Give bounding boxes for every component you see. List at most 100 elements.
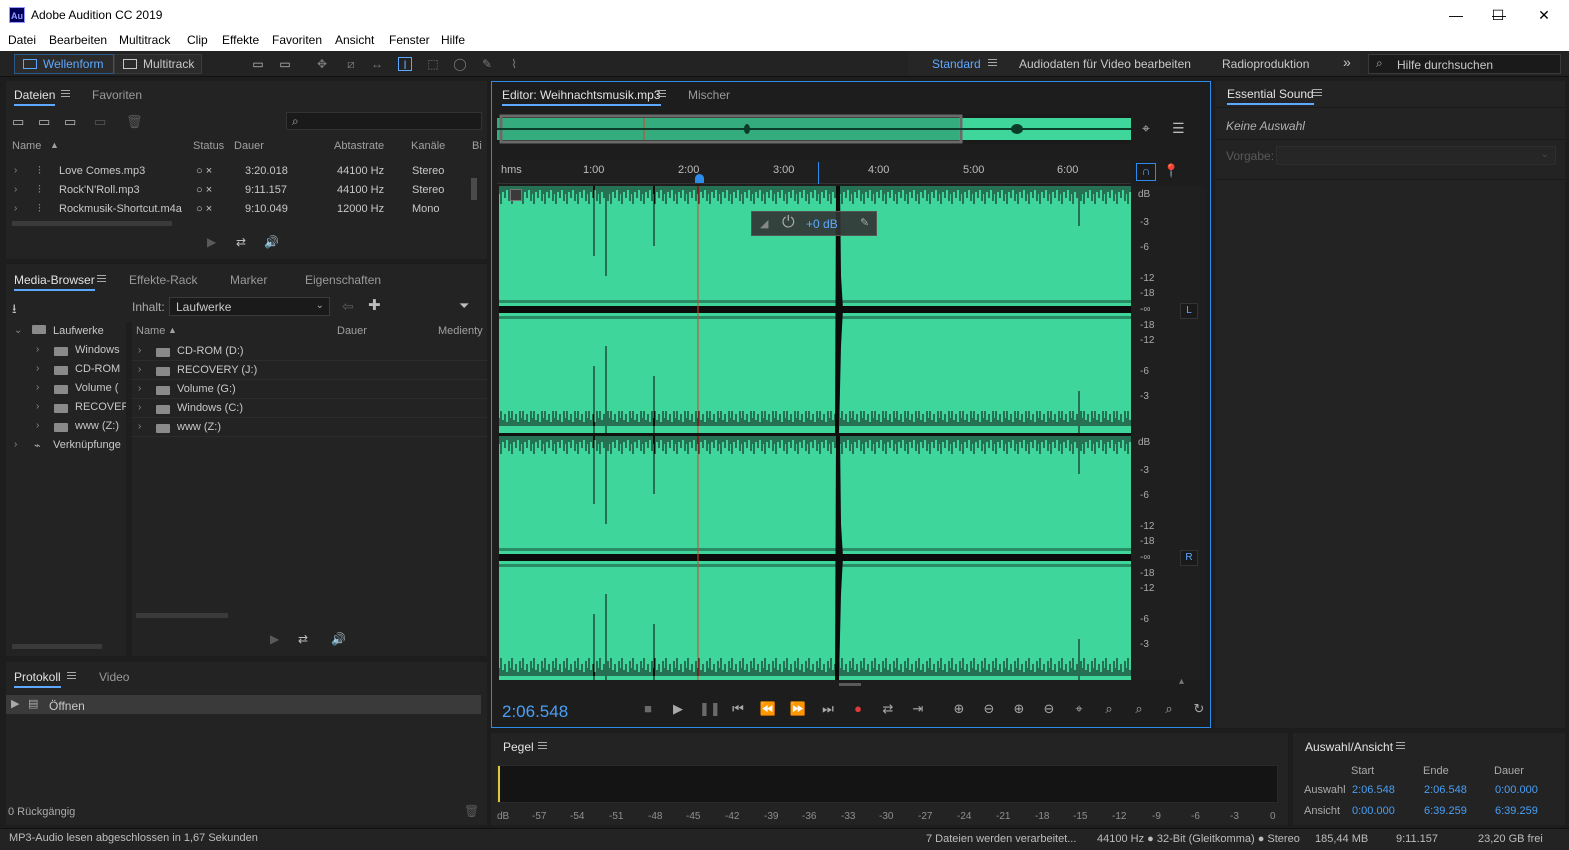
files-panel-menu-icon[interactable] (61, 90, 70, 97)
tab-video[interactable]: Video (99, 670, 129, 684)
download-icon[interactable]: ⭳ (12, 300, 17, 322)
db-scale[interactable]: dB -3 -6 -12 -18 -∞ -18 -12 -6 -3 dB -3 … (1131, 186, 1205, 680)
zoom-out-point-icon[interactable]: ⌕ (1160, 701, 1178, 717)
move-tool-icon[interactable]: ✥ (315, 57, 329, 71)
menu-datei[interactable]: Datei (8, 33, 36, 47)
workspace-video[interactable]: Audiodaten für Video bearbeiten (1019, 57, 1191, 71)
menu-clip[interactable]: Clip (187, 33, 208, 47)
file-row[interactable]: › ⫶ Rockmusik-Shortcut.m4a ○ × 9:10.049 … (6, 200, 487, 219)
essential-sound-menu-icon[interactable] (1313, 89, 1322, 96)
stop-icon[interactable]: ■ (639, 701, 657, 716)
tab-media-browser[interactable]: Media-Browser (14, 273, 95, 291)
vertical-scrollbar[interactable] (471, 178, 477, 200)
tree-item[interactable]: › ⌁ Verknüpfunge (6, 436, 126, 455)
clip-fade-handle[interactable] (510, 189, 522, 201)
skip-selection-icon[interactable]: ⇥ (909, 701, 927, 717)
help-search-field[interactable]: ⌕ Hilfe durchsuchen (1368, 54, 1561, 74)
autoplay-icon[interactable]: 🔊 (331, 632, 346, 646)
scroll-up-icon[interactable]: ▴ (1179, 676, 1184, 687)
play-icon[interactable]: ▶ (270, 632, 279, 646)
open-file-icon[interactable]: ▭ (12, 114, 24, 130)
menu-fenster[interactable]: Fenster (389, 33, 430, 47)
history-menu-icon[interactable] (67, 672, 76, 679)
add-icon[interactable]: ✚ (368, 296, 381, 314)
play-icon[interactable]: ▶ (207, 235, 216, 249)
volume-knob-icon[interactable]: ⏻ (782, 214, 795, 232)
tab-dateien[interactable]: Dateien (14, 88, 56, 106)
tree-item[interactable]: ⌄ Laufwerke (6, 322, 126, 341)
selection-duration-value[interactable]: 0:00.000 (1495, 784, 1538, 796)
file-search-input[interactable]: ⌕ (286, 112, 482, 130)
col-name[interactable]: Name (136, 325, 165, 337)
waveform-right-channel[interactable] (499, 436, 1131, 680)
zoom-in-amplitude-icon[interactable]: ⊕ (950, 701, 968, 717)
level-meter[interactable] (497, 765, 1278, 803)
overview-navigator[interactable] (497, 114, 1131, 144)
loop-icon[interactable]: ⇄ (236, 235, 246, 249)
playhead-handle[interactable] (695, 174, 704, 183)
new-file-icon[interactable]: ▭ (64, 114, 76, 130)
time-ruler[interactable]: hms 1:00 2:00 3:00 4:00 5:00 6:00 (497, 160, 1131, 184)
tree-item[interactable]: › CD-ROM (6, 360, 126, 379)
col-abtastrate[interactable]: Abtastrate (334, 140, 384, 152)
selection-view-title[interactable]: Auswahl/Ansicht (1305, 740, 1393, 754)
tab-protokoll[interactable]: Protokoll (14, 670, 61, 688)
zoom-reset-icon[interactable]: ↻ (1190, 701, 1208, 717)
tree-item[interactable]: › Windows (6, 341, 126, 360)
tree-scrollbar[interactable] (12, 644, 102, 649)
pause-icon[interactable]: ❚❚ (699, 701, 721, 717)
waveform-mode-button[interactable]: Wellenform (14, 54, 114, 74)
left-channel-toggle[interactable]: L (1180, 303, 1198, 319)
time-display[interactable]: 2:06.548 (502, 702, 568, 722)
snap-icon[interactable]: ∩ (1136, 163, 1156, 181)
tree-item[interactable]: › www (Z:) (6, 417, 126, 436)
media-browser-menu-icon[interactable] (97, 275, 106, 282)
hud-volume[interactable]: ◢ ⏻ +0 dB ✎ (751, 211, 877, 236)
time-selection-tool-icon[interactable]: I (398, 57, 412, 72)
workspace-overflow-icon[interactable]: » (1343, 54, 1351, 70)
razor-tool-icon[interactable]: ⧄ (344, 57, 358, 71)
autoplay-icon[interactable]: 🔊 (264, 235, 279, 249)
tab-effekte-rack[interactable]: Effekte-Rack (129, 273, 197, 287)
essential-sound-title[interactable]: Essential Sound (1227, 87, 1314, 105)
lasso-tool-icon[interactable]: ◯ (453, 57, 467, 71)
expand-icon[interactable]: › (14, 165, 17, 176)
tab-marker[interactable]: Marker (230, 273, 267, 287)
col-name[interactable]: Name (12, 140, 41, 152)
selection-start-value[interactable]: 2:06.548 (1352, 784, 1395, 796)
skip-to-end-icon[interactable]: ⏭ (819, 701, 837, 717)
loop-icon[interactable]: ⇄ (298, 632, 308, 646)
col-dauer[interactable]: Dauer (337, 325, 367, 337)
pin-hud-icon[interactable]: ✎ (860, 216, 869, 229)
waveform-scroll-handle[interactable] (839, 683, 861, 686)
tab-eigenschaften[interactable]: Eigenschaften (305, 273, 381, 287)
menu-favoriten[interactable]: Favoriten (272, 33, 322, 47)
zoom-out-time-icon[interactable]: ⊖ (1040, 701, 1058, 717)
col-status[interactable]: Status (193, 140, 224, 152)
level-title[interactable]: Pegel (503, 740, 534, 754)
workspace-standard[interactable]: Standard (932, 57, 981, 71)
list-item[interactable]: › RECOVERY (J:) (132, 361, 487, 380)
workspace-radio[interactable]: Radioproduktion (1222, 57, 1309, 71)
zoom-in-point-icon[interactable]: ⌕ (1130, 701, 1148, 717)
fast-forward-icon[interactable]: ⏩ (789, 701, 807, 717)
list-item[interactable]: › www (Z:) (132, 418, 487, 437)
zoom-in-time-icon[interactable]: ⊕ (1010, 701, 1028, 717)
col-dauer[interactable]: Dauer (234, 140, 264, 152)
level-menu-icon[interactable] (538, 742, 547, 749)
col-bit[interactable]: Bi (472, 140, 482, 152)
multitrack-mode-button[interactable]: Multitrack (114, 54, 202, 74)
zoom-full-icon[interactable]: ⌖ (1070, 701, 1088, 717)
rewind-icon[interactable]: ⏪ (759, 701, 777, 717)
list-item[interactable]: › Volume (G:) (132, 380, 487, 399)
close-button[interactable]: ✕ (1521, 4, 1567, 26)
content-select[interactable]: Laufwerke ⌄ (169, 297, 330, 316)
view-end-value[interactable]: 6:39.259 (1424, 805, 1467, 817)
zoom-navigator-icon[interactable]: ⌖ (1142, 120, 1150, 137)
pin-icon[interactable]: 📍 (1163, 163, 1179, 179)
menu-bearbeiten[interactable]: Bearbeiten (49, 33, 107, 47)
menu-ansicht[interactable]: Ansicht (335, 33, 374, 47)
selection-view-menu-icon[interactable] (1396, 742, 1405, 749)
list-item[interactable]: › Windows (C:) (132, 399, 487, 418)
maximize-button[interactable]: ☐ (1475, 4, 1521, 26)
